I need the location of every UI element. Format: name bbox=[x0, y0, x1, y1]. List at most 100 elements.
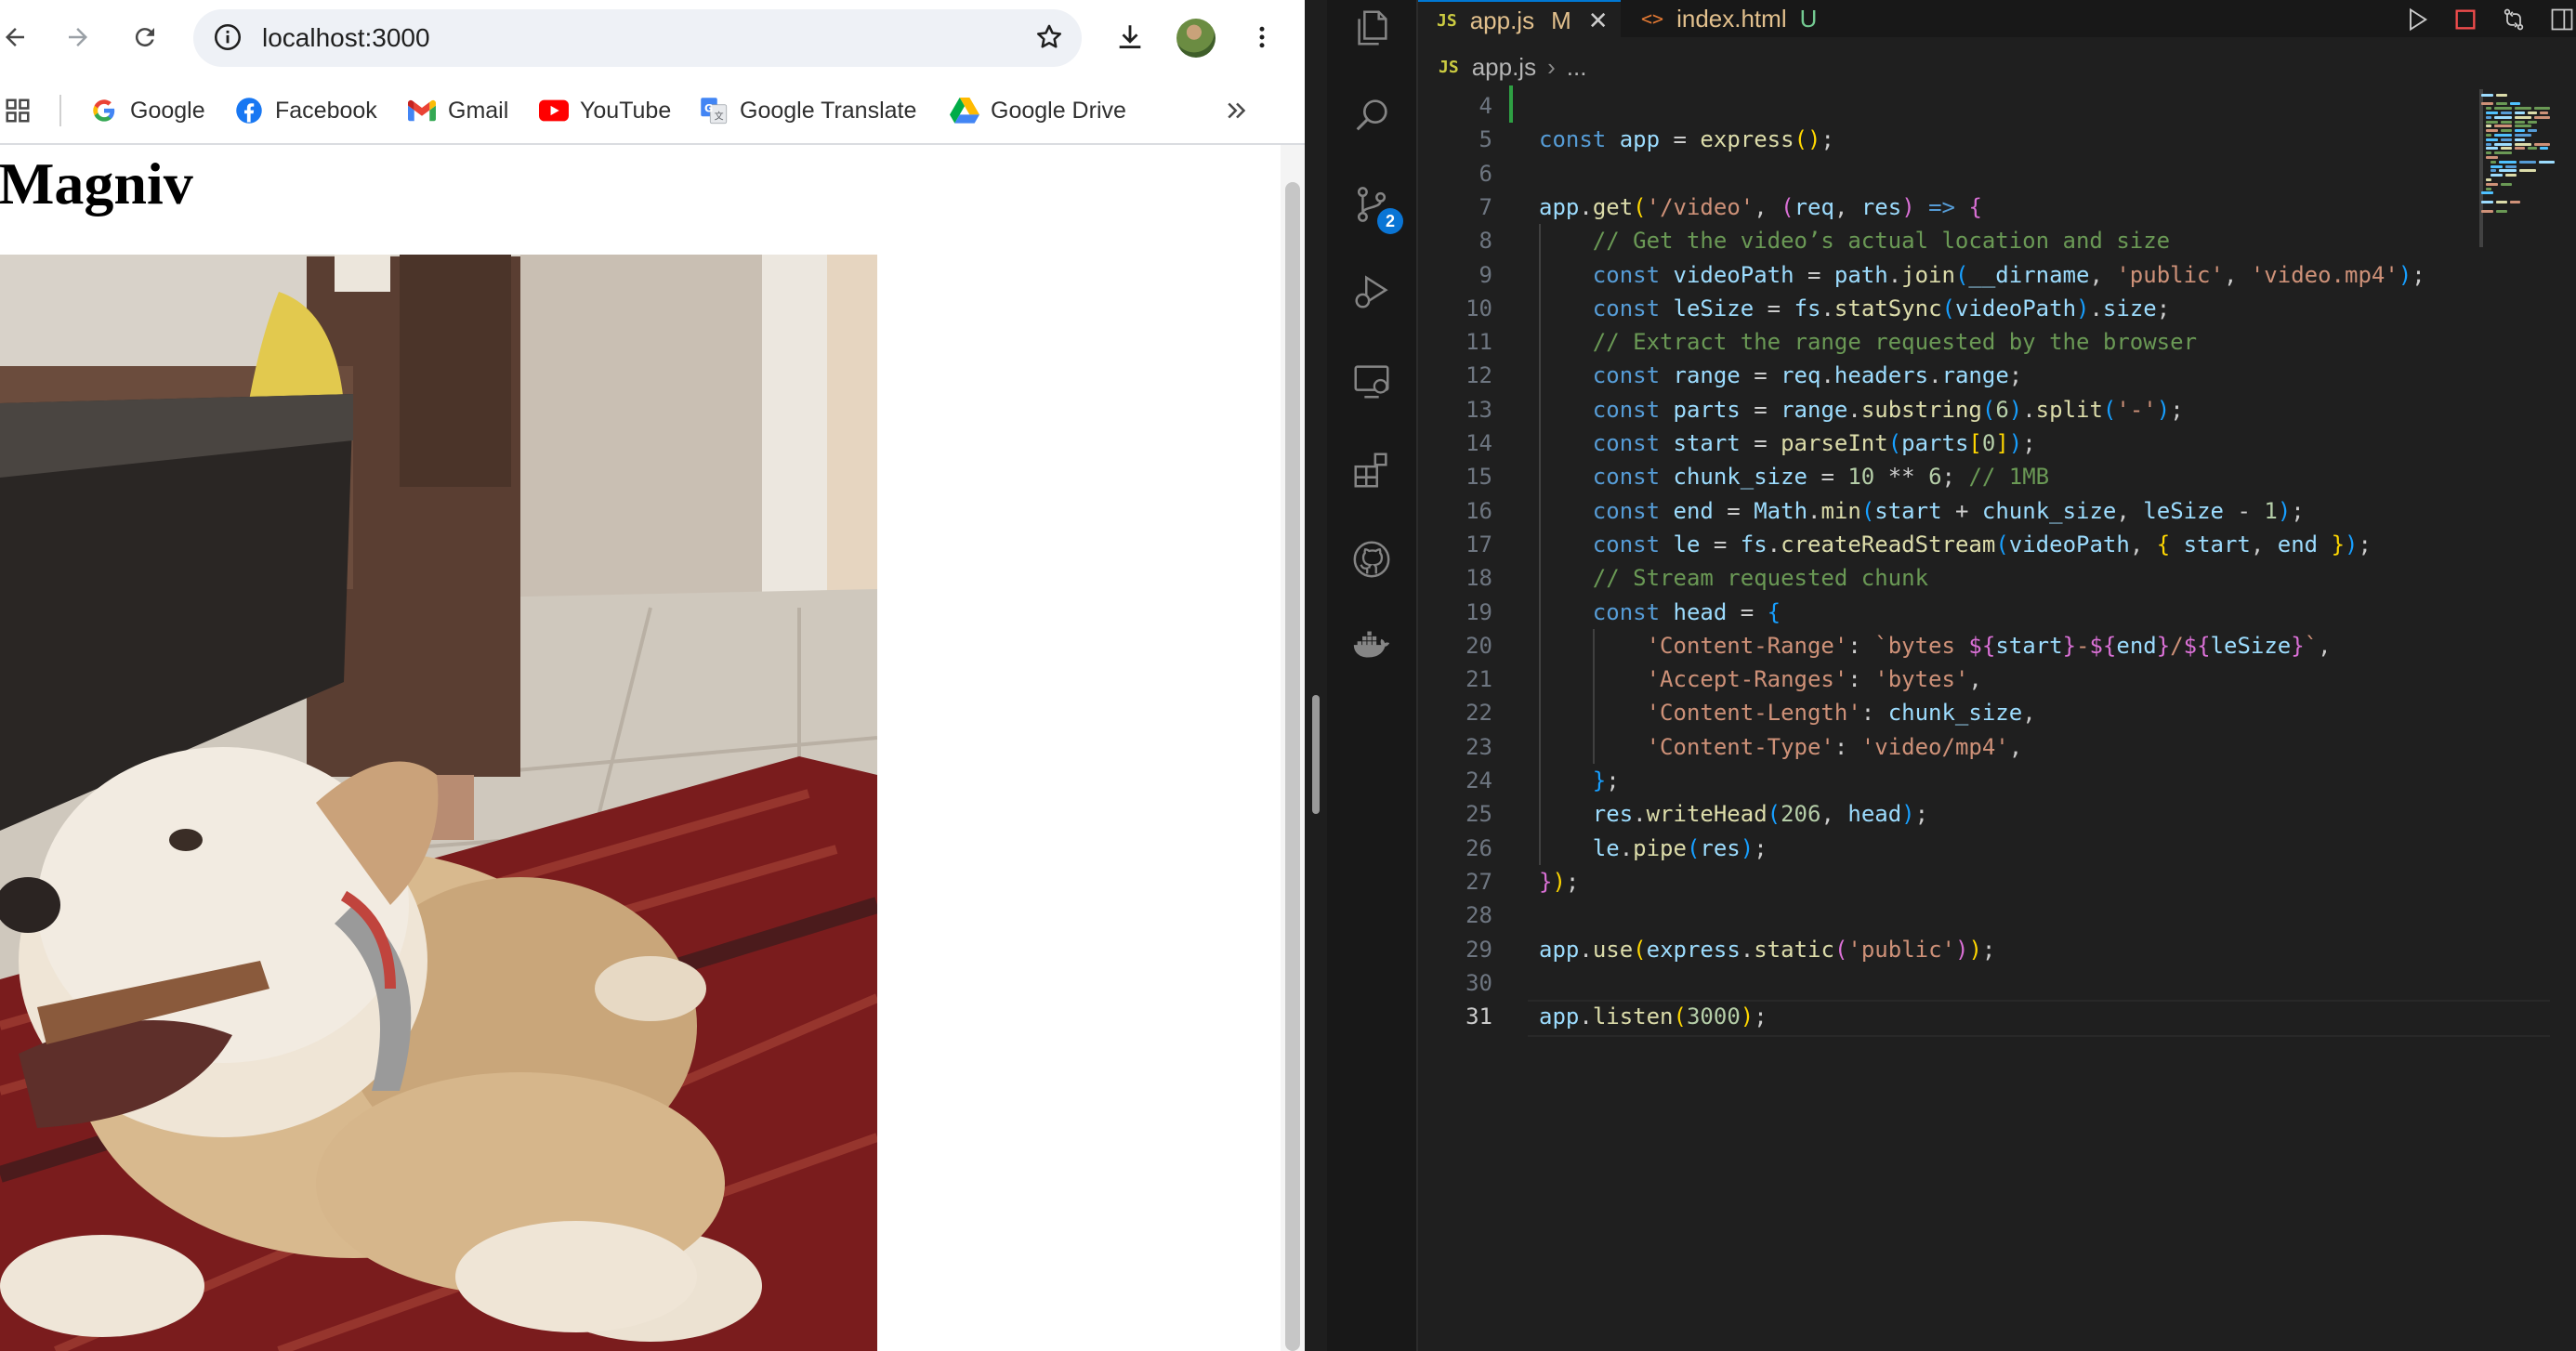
line-number: 5 bbox=[1479, 126, 1492, 153]
apps-button[interactable] bbox=[4, 93, 32, 128]
minimap-token bbox=[2538, 160, 2555, 164]
browser-toolbar: localhost:3000 bbox=[0, 0, 1305, 74]
code-text: 'Content-Type': 'video/mp4', bbox=[1646, 733, 2023, 760]
compare-changes-icon[interactable] bbox=[2500, 6, 2528, 33]
code-text: 'Content-Length': chunk_size, bbox=[1646, 700, 2036, 727]
minimap-token bbox=[2490, 169, 2496, 173]
tab-index-html[interactable]: <> index.html U bbox=[1623, 0, 1855, 37]
stop-icon[interactable] bbox=[2451, 6, 2479, 33]
minimap-token bbox=[2490, 174, 2503, 177]
code-line[interactable]: 14 const start = parseInt(parts[0]); bbox=[1418, 426, 2576, 460]
code-line[interactable]: 28 bbox=[1418, 898, 2576, 932]
resize-handle[interactable] bbox=[1312, 695, 1320, 814]
minimap-token bbox=[2481, 191, 2493, 195]
download-button[interactable] bbox=[1110, 17, 1150, 58]
minimap-token bbox=[2493, 134, 2512, 137]
docker-icon[interactable] bbox=[1349, 624, 1394, 669]
code-line[interactable]: 24 }; bbox=[1418, 764, 2576, 797]
breadcrumb-file[interactable]: app.js bbox=[1472, 53, 1536, 82]
page-heading: Magniv bbox=[0, 151, 193, 216]
reload-button[interactable] bbox=[125, 17, 165, 58]
code-line[interactable]: 13 const parts = range.substring(6).spli… bbox=[1418, 393, 2576, 426]
remote-explorer-icon[interactable] bbox=[1349, 359, 1394, 403]
code-line[interactable]: 7 app.get('/video', (req, res) => { bbox=[1418, 190, 2576, 224]
bookmark-facebook[interactable]: Facebook bbox=[234, 93, 377, 128]
scrollbar-thumb[interactable] bbox=[1285, 182, 1300, 1351]
split-editor-icon[interactable] bbox=[2548, 6, 2576, 33]
bookmark-google-drive[interactable]: Google Drive bbox=[950, 93, 1126, 128]
code-line[interactable]: 16 const end = Math.min(start + chunk_si… bbox=[1418, 494, 2576, 528]
code-line[interactable]: 9 const videoPath = path.join(__dirname,… bbox=[1418, 258, 2576, 292]
code-text: 'Content-Range': `bytes ${start}-${end}/… bbox=[1646, 632, 2332, 659]
code-line[interactable]: 25 res.writeHead(206, head); bbox=[1418, 797, 2576, 831]
minimap-token bbox=[2496, 102, 2507, 106]
code-line[interactable]: 12 const range = req.headers.range; bbox=[1418, 359, 2576, 392]
close-icon[interactable]: ✕ bbox=[1588, 7, 1609, 35]
code-line[interactable]: 5 const app = express(); bbox=[1418, 123, 2576, 156]
code-line[interactable]: 10 const leSize = fs.statSync(videoPath)… bbox=[1418, 292, 2576, 325]
window-divider[interactable] bbox=[1305, 0, 1327, 1351]
line-number: 21 bbox=[1465, 666, 1492, 693]
minimap-token bbox=[2485, 182, 2498, 186]
code-editor[interactable]: 4 5 const app = express(); 6 7 app.get('/vide… bbox=[1418, 85, 2570, 1351]
bookmark-google[interactable]: Google bbox=[89, 93, 205, 128]
profile-avatar[interactable] bbox=[1176, 19, 1216, 58]
minimap-token bbox=[2514, 138, 2525, 141]
code-text: app.get('/video', (req, res) => { bbox=[1539, 193, 1982, 220]
code-line[interactable]: 19 const head = { bbox=[1418, 596, 2576, 629]
svg-text:G: G bbox=[704, 102, 713, 114]
code-text: const range = req.headers.range; bbox=[1592, 362, 2023, 389]
js-file-icon: JS bbox=[1437, 10, 1457, 31]
minimap-token bbox=[2490, 164, 2503, 168]
run-debug-icon[interactable] bbox=[1349, 269, 1394, 314]
search-icon[interactable] bbox=[1349, 93, 1394, 138]
code-line[interactable]: 4 bbox=[1418, 89, 2576, 123]
code-line[interactable]: 27}); bbox=[1418, 865, 2576, 898]
minimap-token bbox=[2493, 107, 2512, 111]
minimap-token bbox=[2527, 120, 2537, 124]
code-line[interactable]: 18 // Stream requested chunk bbox=[1418, 561, 2576, 595]
bookmark-star-icon[interactable] bbox=[1033, 21, 1065, 58]
code-line[interactable]: 8 // Get the video’s actual location and… bbox=[1418, 224, 2576, 257]
browser-menu-button[interactable] bbox=[1242, 17, 1282, 58]
code-line[interactable]: 17 const le = fs.createReadStream(videoP… bbox=[1418, 528, 2576, 561]
minimap-token bbox=[2481, 201, 2493, 203]
bookmark-google-translate[interactable]: G文 Google Translate bbox=[699, 93, 916, 128]
github-icon[interactable] bbox=[1349, 537, 1394, 582]
code-line[interactable]: 11 // Extract the range requested by the… bbox=[1418, 325, 2576, 359]
video-player[interactable] bbox=[0, 255, 877, 1351]
bookmarks-overflow-button[interactable] bbox=[1223, 93, 1251, 128]
minimap-token bbox=[2485, 134, 2491, 137]
extensions-icon[interactable] bbox=[1349, 448, 1394, 492]
site-info-icon[interactable] bbox=[212, 21, 243, 58]
minimap-token bbox=[2485, 178, 2491, 181]
code-line[interactable]: 31 app.listen(3000); bbox=[1418, 1000, 2576, 1033]
line-number: 4 bbox=[1479, 93, 1492, 119]
code-line[interactable]: 29 app.use(express.static('public')); bbox=[1418, 933, 2576, 966]
explorer-icon[interactable] bbox=[1349, 6, 1394, 50]
code-text: // Stream requested chunk bbox=[1592, 565, 1929, 592]
address-bar[interactable]: localhost:3000 bbox=[193, 9, 1082, 67]
page-scrollbar[interactable] bbox=[1281, 145, 1305, 1351]
breadcrumb-symbol[interactable]: ... bbox=[1567, 53, 1587, 82]
back-button[interactable] bbox=[0, 17, 35, 58]
code-text: const head = { bbox=[1592, 598, 1781, 625]
minimap[interactable] bbox=[2474, 85, 2576, 271]
code-line[interactable]: 6 bbox=[1418, 157, 2576, 190]
minimap-token bbox=[2485, 125, 2491, 128]
forward-button[interactable] bbox=[58, 17, 99, 58]
code-line[interactable]: 15 const chunk_size = 10 ** 6; // 1MB bbox=[1418, 460, 2576, 493]
facebook-icon bbox=[234, 96, 264, 125]
line-number: 17 bbox=[1465, 531, 1492, 557]
line-number: 19 bbox=[1465, 598, 1492, 625]
code-line[interactable]: 30 bbox=[1418, 966, 2576, 1000]
bookmark-youtube[interactable]: YouTube bbox=[539, 93, 671, 128]
run-icon[interactable] bbox=[2403, 6, 2431, 33]
tab-app-js[interactable]: JS app.js M ✕ bbox=[1418, 0, 1621, 39]
line-number: 27 bbox=[1465, 868, 1492, 895]
bookmark-gmail[interactable]: Gmail bbox=[407, 93, 508, 128]
bookmark-label: Google bbox=[130, 97, 205, 124]
source-control-badge: 2 bbox=[1377, 208, 1403, 234]
code-line[interactable]: 26 le.pipe(res); bbox=[1418, 832, 2576, 865]
minimap-token bbox=[2485, 138, 2498, 141]
